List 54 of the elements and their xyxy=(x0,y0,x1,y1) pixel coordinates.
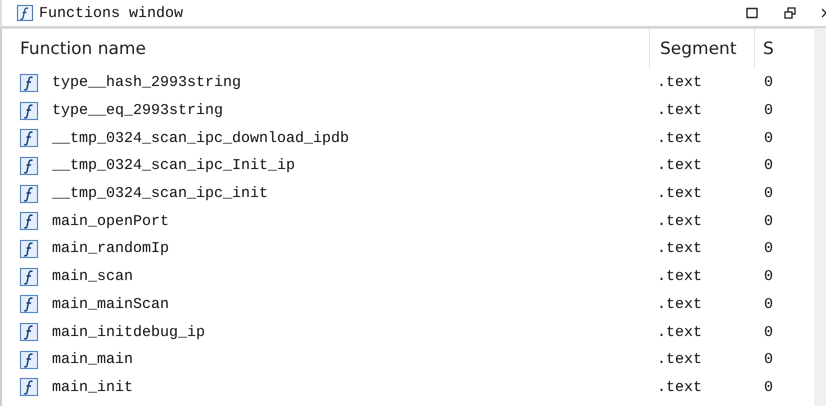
table-cell: 0 xyxy=(764,324,774,341)
function-name: type__eq_2993string xyxy=(52,102,224,120)
table-cell: 0 xyxy=(764,74,774,92)
column-header[interactable]: Segment xyxy=(649,29,754,69)
table-cell: 0 xyxy=(764,268,774,286)
function-icon xyxy=(20,156,38,175)
segment-cell: .text xyxy=(657,296,702,313)
function-name: __tmp_0324_scan_ipc_init xyxy=(52,185,268,202)
function-name: main_initdebug_ip xyxy=(52,324,206,341)
segment-cell: .text xyxy=(657,74,702,92)
function-icon xyxy=(20,378,38,396)
segment-cell: .text xyxy=(657,324,702,341)
function-icon xyxy=(17,5,33,21)
segment-cell: .text xyxy=(657,157,702,174)
segment-cell: .text xyxy=(657,268,702,286)
table-cell: 0 xyxy=(764,296,774,313)
function-icon xyxy=(20,102,38,120)
function-icon xyxy=(20,268,38,286)
function-icon xyxy=(20,212,38,230)
function-icon xyxy=(20,323,38,342)
table-cell: 0 xyxy=(764,378,774,396)
function-name: main_scan xyxy=(52,268,134,286)
maximize-icon[interactable] xyxy=(746,7,758,19)
function-icon xyxy=(20,129,38,148)
segment-cell: .text xyxy=(657,351,702,368)
table-cell: 0 xyxy=(764,157,774,174)
table-cell: 0 xyxy=(764,351,774,368)
table-cell: 0 xyxy=(764,102,774,120)
function-name: __tmp_0324_scan_ipc_Init_ip xyxy=(52,157,296,174)
segment-cell: .text xyxy=(657,240,702,258)
function-name: __tmp_0324_scan_ipc_download_ipdb xyxy=(52,130,350,147)
table-cell: 0 xyxy=(764,130,774,147)
segment-cell: .text xyxy=(657,102,702,120)
table-cell: 0 xyxy=(764,212,774,230)
function-icon xyxy=(20,184,38,203)
function-icon xyxy=(20,295,38,314)
function-name: main_main xyxy=(52,351,134,368)
function-icon xyxy=(20,240,38,258)
window-title: Functions window xyxy=(39,4,184,22)
function-name: main_randomIp xyxy=(52,240,170,258)
function-name: type__hash_2993string xyxy=(52,74,242,92)
restore-icon[interactable] xyxy=(784,7,796,19)
segment-cell: .text xyxy=(657,185,702,202)
segment-cell: .text xyxy=(657,378,702,396)
function-name: main_openPort xyxy=(52,212,170,230)
function-icon xyxy=(20,74,38,92)
function-name: main_mainScan xyxy=(52,296,170,313)
function-name: main_init xyxy=(52,378,134,396)
table-cell: 0 xyxy=(764,185,774,202)
table-cell: 0 xyxy=(764,240,774,258)
segment-cell: .text xyxy=(657,212,702,230)
segment-cell: .text xyxy=(657,130,702,147)
function-icon xyxy=(20,350,38,369)
column-header[interactable]: Function name xyxy=(2,29,649,69)
